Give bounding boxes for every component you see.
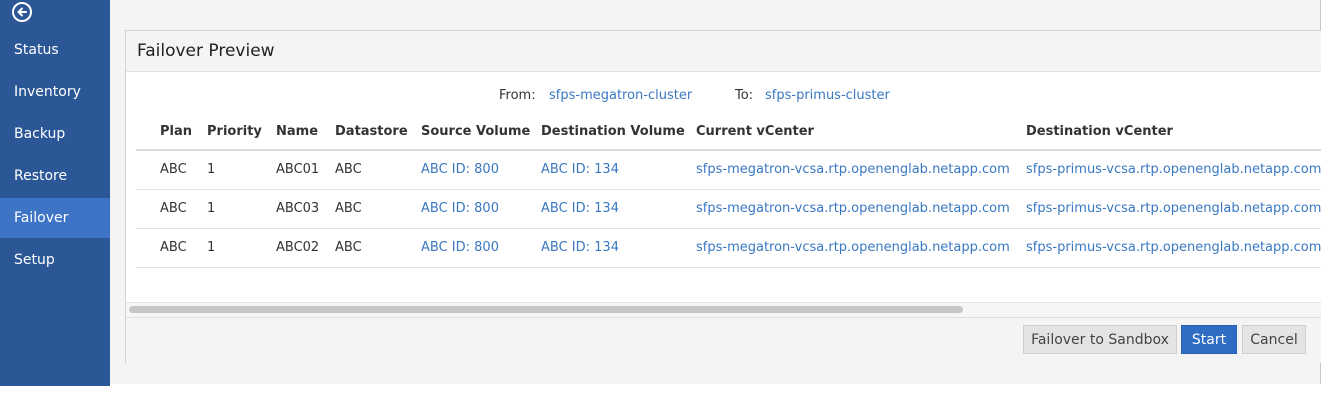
cell-datastore: ABC <box>335 240 362 255</box>
sidebar: Status Inventory Backup Restore Failover… <box>0 0 110 386</box>
table-row[interactable]: ABC 1 ABC03 ABC ABC ID: 800 ABC ID: 134 … <box>136 190 1321 229</box>
cell-plan: ABC <box>160 240 187 255</box>
sidebar-item-backup[interactable]: Backup <box>0 114 110 154</box>
back-arrow-icon[interactable] <box>12 2 32 22</box>
cell-current-vcenter-link[interactable]: sfps-megatron-vcsa.rtp.openenglab.netapp… <box>696 201 1010 216</box>
from-cluster-link[interactable]: sfps-megatron-cluster <box>549 88 692 103</box>
scrollbar-thumb[interactable] <box>129 306 963 313</box>
cell-source-volume-link[interactable]: ABC ID: 800 <box>421 240 499 255</box>
cell-destination-vcenter-link[interactable]: sfps-primus-vcsa.rtp.openenglab.netapp.c… <box>1026 162 1321 177</box>
cell-current-vcenter-link[interactable]: sfps-megatron-vcsa.rtp.openenglab.netapp… <box>696 240 1010 255</box>
column-header-name: Name <box>276 124 319 139</box>
failover-to-sandbox-button[interactable]: Failover to Sandbox <box>1023 325 1177 354</box>
arrow-left-icon <box>17 7 27 17</box>
panel-footer: Failover to Sandbox Start Cancel <box>126 317 1321 363</box>
sidebar-item-failover[interactable]: Failover <box>0 198 110 238</box>
cell-name: ABC02 <box>276 240 320 255</box>
cell-name: ABC03 <box>276 201 320 216</box>
table-header: Plan Priority Name Datastore Source Volu… <box>136 119 1321 151</box>
column-header-source-volume: Source Volume <box>421 124 531 139</box>
cancel-button[interactable]: Cancel <box>1242 325 1306 354</box>
column-header-current-vcenter: Current vCenter <box>696 124 814 139</box>
horizontal-scrollbar[interactable] <box>126 302 1321 317</box>
column-header-destination-vcenter: Destination vCenter <box>1026 124 1173 139</box>
cell-priority: 1 <box>207 240 216 255</box>
cell-destination-volume-link[interactable]: ABC ID: 134 <box>541 240 619 255</box>
cell-plan: ABC <box>160 201 187 216</box>
main-content: Failover Preview From: sfps-megatron-clu… <box>110 0 1321 384</box>
sidebar-item-restore[interactable]: Restore <box>0 156 110 196</box>
to-label: To: <box>735 88 754 103</box>
cell-priority: 1 <box>207 201 216 216</box>
cell-priority: 1 <box>207 162 216 177</box>
cell-source-volume-link[interactable]: ABC ID: 800 <box>421 162 499 177</box>
cell-destination-vcenter-link[interactable]: sfps-primus-vcsa.rtp.openenglab.netapp.c… <box>1026 240 1321 255</box>
cell-datastore: ABC <box>335 162 362 177</box>
sidebar-item-status[interactable]: Status <box>0 30 110 70</box>
panel-title: Failover Preview <box>126 31 1321 72</box>
cell-name: ABC01 <box>276 162 320 177</box>
start-button[interactable]: Start <box>1181 325 1237 354</box>
column-header-priority: Priority <box>207 124 262 139</box>
cell-destination-volume-link[interactable]: ABC ID: 134 <box>541 162 619 177</box>
from-label: From: <box>499 88 536 103</box>
table-row[interactable]: ABC 1 ABC01 ABC ABC ID: 800 ABC ID: 134 … <box>136 151 1321 190</box>
table-row[interactable]: ABC 1 ABC02 ABC ABC ID: 800 ABC ID: 134 … <box>136 229 1321 268</box>
sidebar-item-inventory[interactable]: Inventory <box>0 72 110 112</box>
sidebar-nav: Status Inventory Backup Restore Failover… <box>0 30 110 282</box>
column-header-plan: Plan <box>160 124 193 139</box>
cell-destination-volume-link[interactable]: ABC ID: 134 <box>541 201 619 216</box>
cell-datastore: ABC <box>335 201 362 216</box>
failover-table: Plan Priority Name Datastore Source Volu… <box>136 119 1321 268</box>
cell-current-vcenter-link[interactable]: sfps-megatron-vcsa.rtp.openenglab.netapp… <box>696 162 1010 177</box>
failover-preview-panel: Failover Preview From: sfps-megatron-clu… <box>125 30 1321 363</box>
column-header-datastore: Datastore <box>335 124 408 139</box>
cell-destination-vcenter-link[interactable]: sfps-primus-vcsa.rtp.openenglab.netapp.c… <box>1026 201 1321 216</box>
column-header-destination-volume: Destination Volume <box>541 124 685 139</box>
cell-plan: ABC <box>160 162 187 177</box>
sidebar-item-setup[interactable]: Setup <box>0 240 110 280</box>
to-cluster-link[interactable]: sfps-primus-cluster <box>765 88 890 103</box>
cell-source-volume-link[interactable]: ABC ID: 800 <box>421 201 499 216</box>
